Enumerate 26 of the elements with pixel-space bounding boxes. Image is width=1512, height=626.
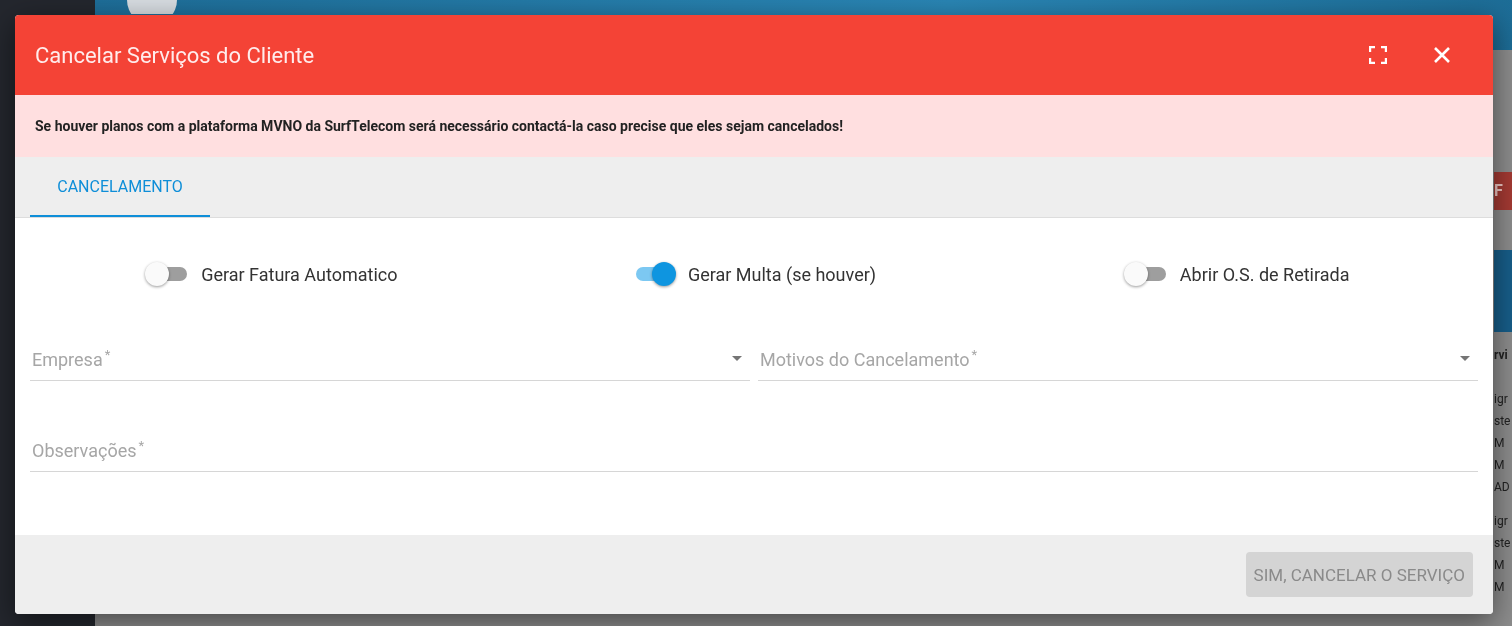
caret-icon [732,355,742,361]
input-field[interactable]: Observações$^{*}$ [30,427,1478,472]
dialog-title: Cancelar Serviços do Cliente [35,42,315,68]
table-cell-text: M [1494,579,1505,596]
toggle-label: Gerar Fatura Automatico [201,263,398,285]
table-cell-text: M [1494,435,1505,452]
table-cell-text: ste [1494,535,1511,552]
table-cell-text: AD [1494,479,1510,496]
toggle-label: Abrir O.S. de Retirada [1179,263,1350,285]
caret-icon [1460,355,1470,361]
pdf-button[interactable]: F [1494,172,1512,210]
table-cell-text: ste [1494,413,1511,430]
fullscreen-icon[interactable] [1369,46,1387,64]
table-cell-text: M [1494,557,1505,574]
select-field[interactable]: Motivos do Cancelamento$^{*}$ [758,336,1478,381]
table-cell-text: igr [1494,391,1508,408]
alert-message: Se houver planos com a plataforma MVNO da SurfTelecom será necessário contactá-la caso precise que eles sejam cancelados! [35,118,843,134]
logo-icon [127,0,177,14]
table-cell-text: igr [1494,513,1508,530]
toggle-switch[interactable] [1123,262,1168,286]
table-cell-text: M [1494,457,1505,474]
column-header: rvi [1494,348,1508,362]
tab[interactable]: CANCELAMENTO [30,157,210,217]
toggle-label: Gerar Multa (se houver) [687,263,877,285]
close-icon[interactable] [1433,46,1451,64]
select-field[interactable]: Empresa$^{*}$ [30,336,750,381]
